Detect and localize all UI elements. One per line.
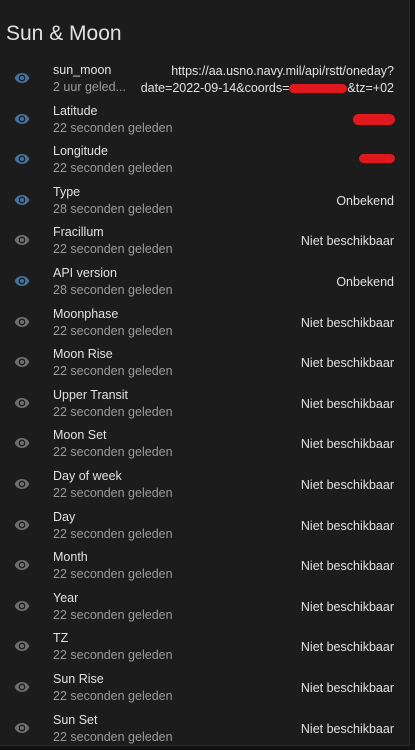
entity-last-changed: 22 seconden geleden bbox=[53, 526, 173, 541]
entity-row-moon-set[interactable]: Moon Set 22 seconden geleden Niet beschi… bbox=[0, 425, 409, 466]
entity-state: Niet beschikbaar bbox=[300, 437, 394, 452]
entity-last-changed: 28 seconden geleden bbox=[53, 201, 173, 216]
state-line-2-prefix: date=2022-09-14&coords= bbox=[140, 81, 290, 95]
entity-row-year[interactable]: Year 22 seconden geleden Niet beschikbaa… bbox=[0, 588, 409, 629]
entity-last-changed: 22 seconden geleden bbox=[53, 607, 173, 622]
entity-row-moon-rise[interactable]: Moon Rise 22 seconden geleden Niet besch… bbox=[0, 344, 409, 385]
entity-row-upper-transit[interactable]: Upper Transit 22 seconden geleden Niet b… bbox=[0, 385, 409, 426]
card-title: Sun & Moon bbox=[6, 22, 122, 45]
entity-last-changed: 28 seconden geleden bbox=[53, 282, 173, 297]
entity-last-changed: 22 seconden geleden bbox=[53, 567, 173, 582]
entity-last-changed: 22 seconden geleden bbox=[53, 485, 173, 500]
entity-row-longitude[interactable]: Longitude 22 seconden geleden bbox=[0, 141, 409, 182]
entity-name: Longitude bbox=[53, 144, 108, 159]
redaction-mark bbox=[289, 84, 348, 94]
entity-state: Niet beschikbaar bbox=[300, 518, 394, 533]
eye-icon bbox=[14, 154, 30, 165]
entity-name: Sun Set bbox=[53, 712, 98, 727]
eye-icon bbox=[14, 275, 30, 286]
entity-state: https://aa.usno.navy.mil/api/rstt/oneday… bbox=[141, 63, 394, 97]
entity-state: Niet beschikbaar bbox=[300, 356, 394, 371]
redaction-mark bbox=[359, 154, 395, 164]
eye-icon bbox=[14, 397, 30, 408]
state-line-2: date=2022-09-14&coords= &tz=+02 bbox=[141, 80, 394, 97]
entity-row-type[interactable]: Type 28 seconden geleden Onbekend bbox=[0, 182, 409, 223]
entities-card: Sun & Moon sun_moon 2 uur geled... https… bbox=[0, 0, 410, 746]
entity-name: Upper Transit bbox=[53, 387, 129, 402]
eye-icon bbox=[14, 519, 30, 530]
entity-row-latitude[interactable]: Latitude 22 seconden geleden bbox=[0, 101, 409, 142]
entity-last-changed: 22 seconden geleden bbox=[53, 242, 173, 257]
entity-state: Onbekend bbox=[336, 193, 394, 208]
entity-state: Niet beschikbaar bbox=[300, 559, 394, 574]
entity-name: Month bbox=[53, 550, 88, 565]
entity-row-month[interactable]: Month 22 seconden geleden Niet beschikba… bbox=[0, 547, 409, 588]
entity-name: API version bbox=[53, 265, 117, 280]
eye-icon bbox=[14, 194, 30, 205]
entity-state: Niet beschikbaar bbox=[300, 315, 394, 330]
entity-last-changed: 22 seconden geleden bbox=[53, 323, 173, 338]
entity-last-changed: 22 seconden geleden bbox=[53, 688, 173, 703]
eye-icon bbox=[14, 600, 30, 611]
entity-last-changed: 2 uur geled... bbox=[53, 80, 126, 94]
entity-state: Niet beschikbaar bbox=[300, 599, 394, 614]
eye-icon bbox=[14, 641, 30, 652]
eye-icon bbox=[14, 681, 30, 692]
entity-last-changed: 22 seconden geleden bbox=[53, 364, 173, 379]
entity-last-changed: 22 seconden geleden bbox=[53, 648, 173, 663]
entity-row-fracillum[interactable]: Fracillum 22 seconden geleden Niet besch… bbox=[0, 222, 409, 263]
entity-state: Niet beschikbaar bbox=[300, 721, 394, 736]
entity-name: Moon Set bbox=[53, 428, 107, 443]
entity-state: Niet beschikbaar bbox=[300, 680, 394, 695]
entity-state: Onbekend bbox=[336, 274, 394, 289]
entity-name: sun_moon bbox=[53, 63, 112, 77]
eye-icon bbox=[14, 316, 30, 327]
eye-icon bbox=[14, 722, 30, 733]
eye-icon bbox=[14, 560, 30, 571]
entity-name: Day bbox=[53, 509, 76, 524]
entity-name: TZ bbox=[53, 631, 69, 646]
entity-row-day-of-week[interactable]: Day of week 22 seconden geleden Niet bes… bbox=[0, 466, 409, 507]
eye-icon bbox=[14, 113, 30, 124]
entity-last-changed: 22 seconden geleden bbox=[53, 404, 173, 419]
eye-icon bbox=[14, 478, 30, 489]
eye-icon bbox=[14, 357, 30, 368]
entity-name: Type bbox=[53, 184, 81, 199]
entity-name: Day of week bbox=[53, 468, 122, 483]
eye-icon bbox=[14, 235, 30, 246]
entity-last-changed: 22 seconden geleden bbox=[53, 445, 173, 460]
state-line-1: https://aa.usno.navy.mil/api/rstt/oneday… bbox=[171, 64, 394, 78]
entity-row-sun-rise[interactable]: Sun Rise 22 seconden geleden Niet beschi… bbox=[0, 669, 409, 710]
redaction-mark bbox=[353, 113, 395, 125]
entity-last-changed: 22 seconden geleden bbox=[53, 729, 173, 744]
entity-state: Niet beschikbaar bbox=[300, 477, 394, 492]
eye-icon bbox=[14, 438, 30, 449]
entity-row-api-version[interactable]: API version 28 seconden geleden Onbekend bbox=[0, 263, 409, 304]
entity-row-sun-set[interactable]: Sun Set 22 seconden geleden Niet beschik… bbox=[0, 710, 409, 746]
entity-name: Latitude bbox=[53, 103, 98, 118]
entity-name: Moonphase bbox=[53, 306, 119, 321]
eye-icon bbox=[14, 73, 30, 83]
entity-list: sun_moon 2 uur geled... https://aa.usno.… bbox=[0, 60, 409, 746]
entity-row-sun-moon[interactable]: sun_moon 2 uur geled... https://aa.usno.… bbox=[0, 60, 409, 101]
entity-state: Niet beschikbaar bbox=[300, 234, 394, 249]
entity-name: Moon Rise bbox=[53, 347, 113, 362]
entity-name: Sun Rise bbox=[53, 671, 104, 686]
state-line-2-suffix: &tz=+02 bbox=[347, 81, 394, 95]
entity-state: Niet beschikbaar bbox=[300, 396, 394, 411]
entity-name: Fracillum bbox=[53, 225, 104, 240]
entity-last-changed: 22 seconden geleden bbox=[53, 120, 173, 135]
entity-row-tz[interactable]: TZ 22 seconden geleden Niet beschikbaar bbox=[0, 628, 409, 669]
entity-row-day[interactable]: Day 22 seconden geleden Niet beschikbaar bbox=[0, 507, 409, 548]
entity-name: Year bbox=[53, 590, 79, 605]
entity-state: Niet beschikbaar bbox=[300, 640, 394, 655]
entity-last-changed: 22 seconden geleden bbox=[53, 161, 173, 176]
entity-row-moonphase[interactable]: Moonphase 22 seconden geleden Niet besch… bbox=[0, 304, 409, 345]
